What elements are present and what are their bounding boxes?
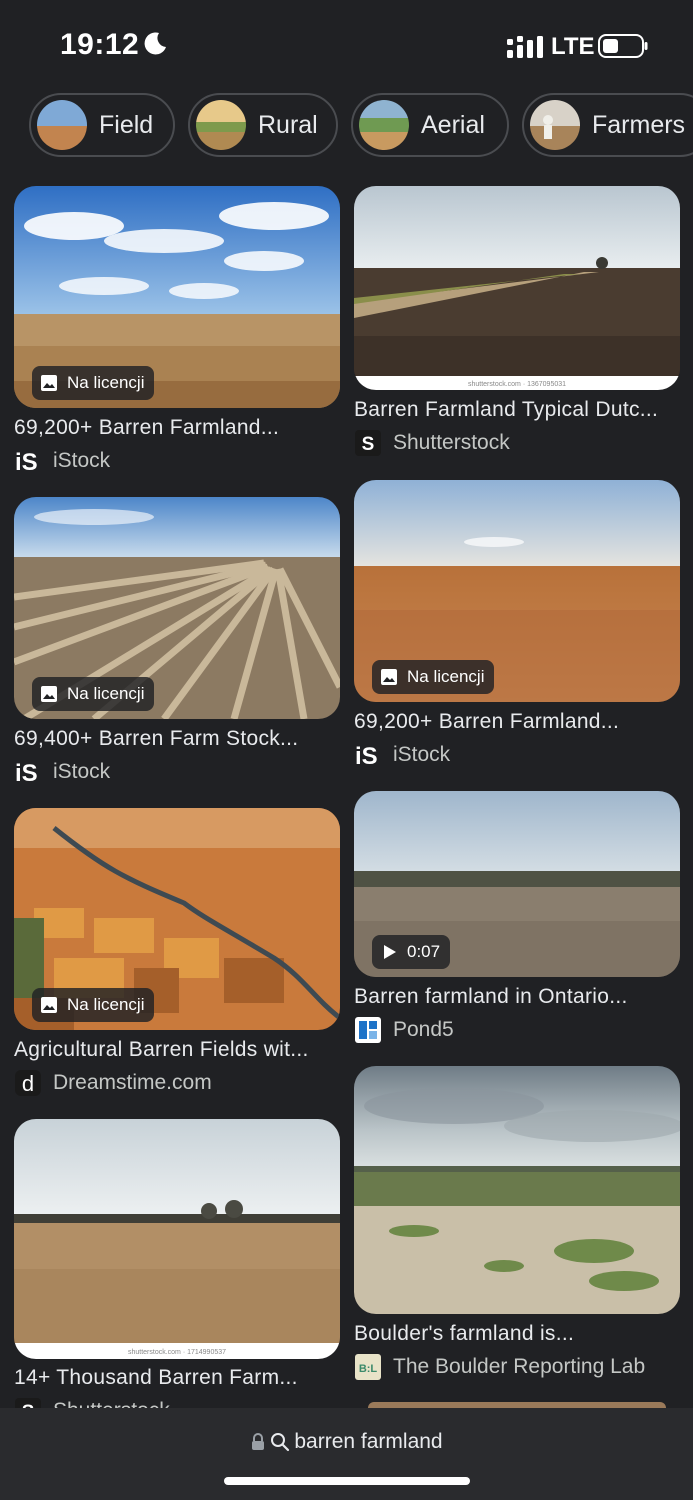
chip-field[interactable]: Field — [29, 93, 175, 157]
address-bar-query: barren farmland — [294, 1430, 443, 1453]
svg-text:iS: iS — [15, 449, 38, 475]
istock-logo-icon: iS — [15, 760, 38, 786]
chip-label: Aerial — [421, 110, 485, 139]
svg-text:iS: iS — [355, 743, 378, 769]
license-badge: Na licencji — [32, 366, 155, 400]
chip-field-thumbnail — [37, 100, 87, 150]
result-source[interactable]: iS iStock — [14, 757, 110, 787]
result-image-brown-field[interactable]: shutterstock.com · 1714990537 — [14, 1119, 340, 1359]
status-time: 19:12 — [60, 28, 140, 61]
result-title[interactable]: 69,400+ Barren Farm Stock... — [14, 727, 344, 751]
home-indicator[interactable] — [224, 1477, 470, 1485]
result-title[interactable]: Barren Farmland Typical Dutc... — [354, 398, 684, 422]
result-title[interactable]: 69,200+ Barren Farmland... — [14, 416, 344, 440]
istock-logo-icon: iS — [355, 743, 378, 769]
image-icon — [41, 375, 57, 391]
result-source[interactable]: iS iStock — [354, 740, 450, 770]
chip-label: Rural — [258, 110, 318, 139]
result-source[interactable]: S Shutterstock — [354, 428, 510, 458]
image-watermark: shutterstock.com · 1367095031 — [468, 381, 566, 388]
image-watermark: shutterstock.com · 1714990537 — [128, 1349, 226, 1356]
lock-icon — [252, 1433, 265, 1450]
result-source[interactable]: Pond5 — [354, 1015, 454, 1045]
result-image-boulder-farmland[interactable] — [354, 1066, 680, 1314]
chip-farmers-thumbnail — [530, 100, 580, 150]
address-bar[interactable]: barren farmland — [0, 1430, 693, 1454]
chip-label: Farmers — [592, 110, 686, 139]
result-title[interactable]: 14+ Thousand Barren Farm... — [14, 1366, 344, 1390]
image-icon — [41, 686, 57, 702]
search-filter-chips: Field Rural Aerial Farmers — [0, 93, 693, 157]
chip-farmers[interactable]: Farmers — [522, 93, 693, 157]
network-type: LTE — [551, 33, 595, 60]
image-icon — [41, 997, 57, 1013]
chip-aerial-thumbnail — [359, 100, 409, 150]
chip-rural[interactable]: Rural — [188, 93, 338, 157]
istock-logo-icon: iS — [15, 449, 38, 475]
svg-text:B:L: B:L — [359, 1363, 378, 1375]
pond5-logo-icon — [355, 1017, 381, 1043]
license-badge: Na licencji — [32, 988, 155, 1022]
result-title[interactable]: Barren farmland in Ontario... — [354, 985, 684, 1009]
video-duration-badge: 0:07 — [372, 935, 451, 969]
chip-rural-thumbnail — [196, 100, 246, 150]
result-source[interactable]: B:L The Boulder Reporting Lab — [354, 1352, 645, 1382]
license-badge: Na licencji — [32, 677, 155, 711]
battery-icon — [598, 34, 648, 58]
svg-text:S: S — [362, 434, 375, 455]
result-source[interactable]: d Dreamstime.com — [14, 1068, 212, 1098]
status-bar: 19:12 LTE — [0, 0, 693, 90]
dreamstime-logo-icon: d — [15, 1070, 41, 1096]
image-icon — [381, 669, 397, 685]
shutterstock-logo-icon: S — [355, 430, 381, 456]
chip-label: Field — [99, 110, 154, 139]
license-badge: Na licencji — [372, 660, 495, 694]
result-image-plowed-field[interactable]: shutterstock.com · 1367095031 — [354, 186, 680, 390]
signal-strength-icon — [507, 36, 543, 58]
svg-text:iS: iS — [15, 760, 38, 786]
browser-bottom-bar — [0, 1408, 693, 1500]
boulder-reporting-lab-logo-icon: B:L — [355, 1354, 381, 1380]
chip-aerial[interactable]: Aerial — [351, 93, 509, 157]
result-title[interactable]: Agricultural Barren Fields wit... — [14, 1038, 344, 1062]
result-title[interactable]: 69,200+ Barren Farmland... — [354, 710, 684, 734]
svg-text:d: d — [22, 1071, 34, 1096]
do-not-disturb-moon-icon — [144, 32, 166, 55]
search-icon — [271, 1433, 290, 1452]
play-icon — [384, 945, 396, 959]
result-title[interactable]: Boulder's farmland is... — [354, 1322, 684, 1346]
result-source[interactable]: iS iStock — [14, 446, 110, 476]
